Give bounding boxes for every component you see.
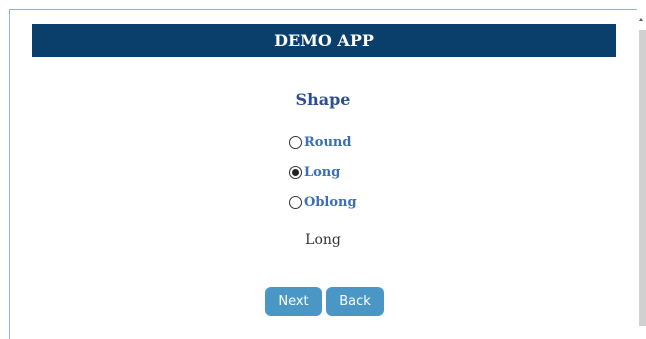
radio-button-round[interactable]: [289, 135, 302, 149]
nav-buttons: Next Back: [265, 287, 384, 316]
next-button[interactable]: Next: [265, 287, 322, 316]
back-button[interactable]: Back: [326, 287, 384, 316]
app-title: DEMO APP: [274, 31, 374, 50]
radio-label-round[interactable]: Round: [304, 135, 351, 150]
question-title: Shape: [295, 90, 351, 109]
radio-option-oblong[interactable]: Oblong: [289, 187, 357, 217]
selected-value-text: Long: [305, 232, 341, 248]
radio-button-oblong[interactable]: [289, 195, 302, 209]
scrollbar-thumb[interactable]: [639, 30, 646, 326]
radio-option-round[interactable]: Round: [289, 127, 357, 157]
shape-radio-group: Round Long Oblong: [289, 127, 357, 217]
radio-option-long[interactable]: Long: [289, 157, 357, 187]
app-header: DEMO APP: [32, 24, 616, 57]
radio-label-oblong[interactable]: Oblong: [304, 195, 357, 210]
vertical-scrollbar[interactable]: [637, 0, 646, 326]
scroll-up-arrow-icon[interactable]: [639, 18, 643, 21]
radio-label-long[interactable]: Long: [304, 165, 340, 180]
radio-button-long[interactable]: [289, 165, 302, 179]
